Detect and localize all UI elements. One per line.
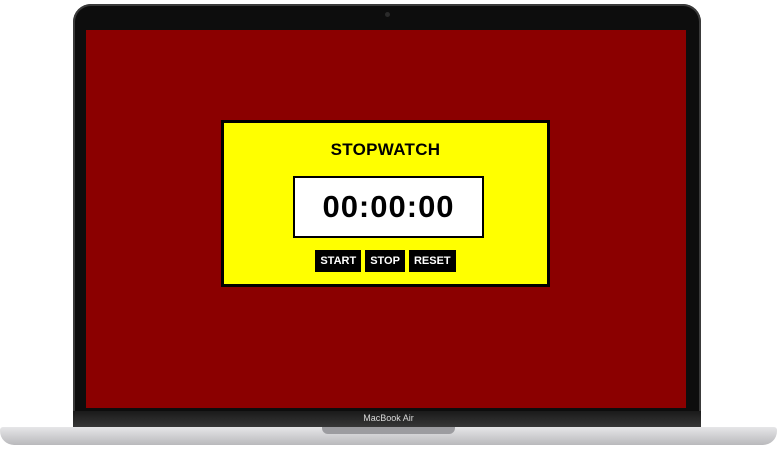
camera-icon: [385, 12, 390, 17]
laptop-opening-notch: [322, 427, 455, 434]
start-button[interactable]: START: [315, 250, 362, 272]
reset-button[interactable]: RESET: [408, 250, 456, 272]
time-display: 00:00:00: [293, 176, 484, 238]
laptop-screen: STOPWATCH 00:00:00 START STOP RESET: [86, 30, 686, 408]
stopwatch-title: STOPWATCH: [330, 140, 441, 159]
stopwatch-panel: STOPWATCH 00:00:00 START STOP RESET: [221, 120, 550, 287]
control-buttons: START STOP RESET: [224, 250, 547, 272]
laptop-model-label: MacBook Air: [363, 413, 414, 423]
laptop-lid: STOPWATCH 00:00:00 START STOP RESET: [73, 4, 701, 416]
stop-button[interactable]: STOP: [365, 250, 405, 272]
laptop-mockup: STOPWATCH 00:00:00 START STOP RESET MacB…: [0, 0, 777, 455]
